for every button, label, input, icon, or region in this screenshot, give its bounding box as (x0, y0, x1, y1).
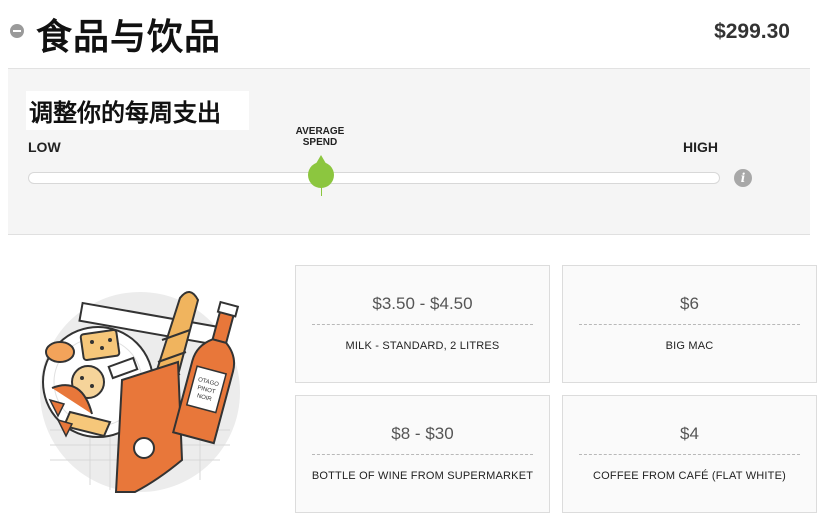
price-card-wine: $8 - $30 BOTTLE OF WINE FROM SUPERMARKET (295, 395, 550, 513)
card-item-name: COFFEE FROM CAFÉ (FLAT WHITE) (593, 470, 786, 482)
card-price: $4 (680, 424, 699, 443)
food-and-wine-illustration: OTAGO PINOT NOIR (30, 270, 270, 510)
section-header: 食品与饮品 $299.30 (0, 0, 824, 68)
slider-high-label: HIGH (683, 139, 718, 155)
card-price: $8 - $30 (391, 424, 454, 443)
bag-label (133, 437, 155, 459)
price-card-big-mac: $6 BIG MAC (562, 265, 817, 383)
card-price: $6 (680, 294, 699, 313)
price-card-milk: $3.50 - $4.50 MILK - STANDARD, 2 LITRES (295, 265, 550, 383)
card-price: $3.50 - $4.50 (372, 294, 473, 313)
slider-low-label: LOW (28, 139, 61, 155)
illustration-graphic: OTAGO PINOT NOIR (40, 291, 240, 493)
weekly-spend-panel: 调整你的每周支出 LOW AVERAGE SPEND HIGH i (8, 69, 810, 235)
section-total: $299.30 (714, 20, 790, 43)
card-item-name: BIG MAC (665, 340, 714, 352)
dotted-divider (312, 454, 533, 455)
bread-roll (45, 341, 75, 363)
slider-average-label: AVERAGE SPEND (288, 126, 352, 148)
spend-slider-handle[interactable] (308, 155, 334, 188)
cheese-block (79, 329, 121, 361)
dotted-divider (312, 324, 533, 325)
collapse-icon[interactable] (10, 24, 24, 38)
price-card-coffee: $4 COFFEE FROM CAFÉ (FLAT WHITE) (562, 395, 817, 513)
spend-slider-track[interactable] (28, 172, 720, 184)
section-title: 食品与饮品 (36, 17, 222, 58)
average-label-line1: AVERAGE (295, 126, 345, 137)
dotted-divider (579, 454, 800, 455)
panel-title: 调整你的每周支出 (26, 91, 249, 130)
card-item-name: BOTTLE OF WINE FROM SUPERMARKET (311, 470, 534, 482)
average-label-line2: SPEND (302, 137, 338, 148)
card-item-name: MILK - STANDARD, 2 LITRES (345, 340, 500, 352)
dotted-divider (579, 324, 800, 325)
info-icon[interactable]: i (734, 169, 752, 187)
